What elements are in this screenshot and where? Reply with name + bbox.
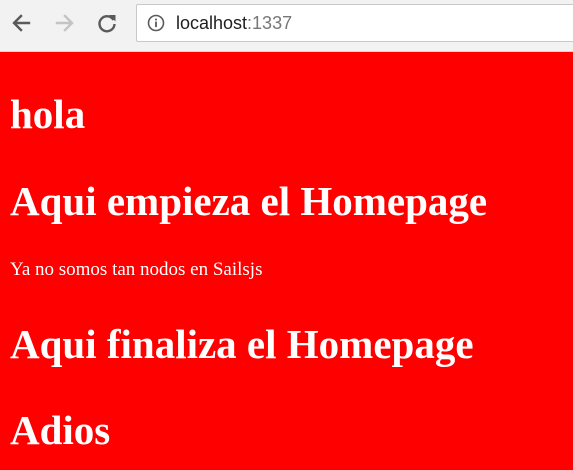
- reload-button[interactable]: [92, 8, 122, 38]
- url-text: localhost:1337: [176, 13, 292, 34]
- forward-button[interactable]: [50, 8, 80, 38]
- paragraph-sailsjs: Ya no somos tan nodos en Sailsjs: [10, 259, 263, 280]
- back-button[interactable]: [6, 8, 36, 38]
- browser-toolbar: localhost:1337: [0, 0, 573, 52]
- reload-icon: [98, 15, 116, 33]
- heading-homepage-end: Aqui finaliza el Homepage: [10, 321, 474, 367]
- heading-hola: hola: [10, 91, 86, 137]
- url-port: :1337: [247, 12, 293, 33]
- back-arrow-icon: [12, 14, 31, 32]
- address-bar[interactable]: localhost:1337: [136, 4, 573, 42]
- heading-homepage-start: Aqui empieza el Homepage: [10, 178, 488, 224]
- forward-arrow-icon: [55, 14, 74, 32]
- heading-adios: Adios: [10, 407, 111, 453]
- page-viewport: hola Aqui empieza el Homepage Ya no somo…: [0, 52, 573, 470]
- url-host: localhost: [176, 12, 248, 33]
- info-icon[interactable]: [146, 13, 166, 33]
